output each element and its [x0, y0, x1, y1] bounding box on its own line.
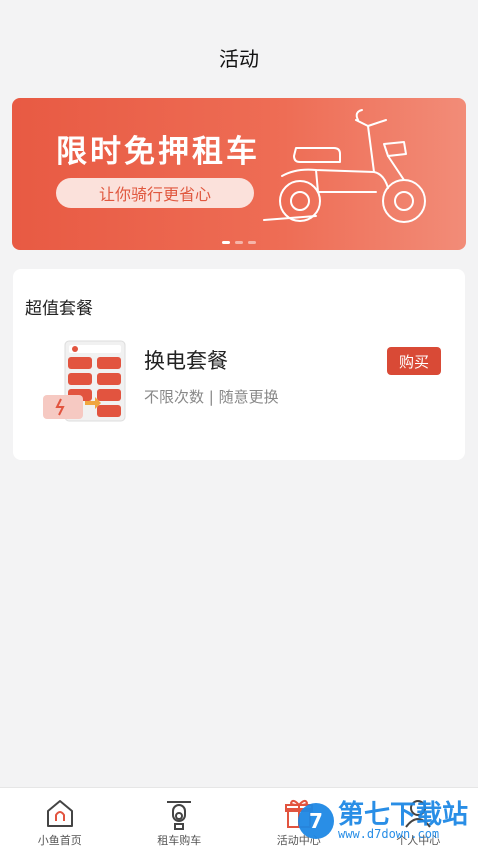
battery-cabinet-image — [39, 339, 139, 425]
banner-headline: 限时免押租车 — [56, 126, 260, 171]
scooter-illustration — [256, 108, 446, 228]
pagination-dot[interactable] — [222, 241, 230, 244]
tab-label: 租车购车 — [157, 832, 201, 848]
page-title: 活动 — [219, 43, 259, 72]
promo-banner[interactable]: 限时免押租车 让你骑行更省心 — [12, 98, 466, 250]
watermark-brand: 第七下载站 — [338, 802, 468, 828]
package-name: 换电套餐 — [144, 345, 228, 375]
section-title: 超值套餐 — [25, 294, 93, 319]
tab-rent-buy[interactable]: 租车购车 — [120, 788, 240, 851]
pagination-dot[interactable] — [235, 241, 243, 244]
package-description: 不限次数 | 随意更换 — [144, 386, 279, 407]
watermark: 7 第七下载站 www.d7down.com — [298, 802, 468, 840]
watermark-url: www.d7down.com — [338, 828, 468, 840]
pagination-dot[interactable] — [248, 241, 256, 244]
package-card: 超值套餐 换电套餐 不限次数 | 随意更换 购买 — [13, 269, 465, 460]
watermark-logo-icon: 7 — [298, 803, 334, 839]
scooter-icon — [163, 796, 195, 830]
home-icon — [44, 796, 76, 830]
banner-pagination — [12, 241, 466, 244]
buy-button[interactable]: 购买 — [387, 347, 441, 375]
tab-label: 小鱼首页 — [38, 832, 82, 848]
tab-home[interactable]: 小鱼首页 — [0, 788, 120, 851]
header: 活动 — [0, 0, 478, 96]
banner-subline-pill: 让你骑行更省心 — [56, 178, 254, 208]
